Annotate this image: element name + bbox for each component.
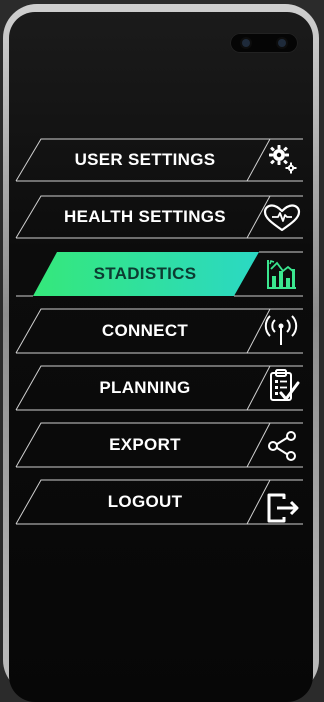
share-icon[interactable] xyxy=(266,430,298,462)
statistics-chart-icon[interactable] xyxy=(266,258,298,290)
heart-pulse-icon[interactable] xyxy=(262,203,302,233)
row5-divider xyxy=(246,365,271,411)
gears-icon[interactable] xyxy=(268,143,298,175)
menu-item-planning[interactable]: PLANNING xyxy=(40,378,250,398)
menu-item-stadistics[interactable]: STADISTICS xyxy=(40,264,250,284)
menu-item-health-settings[interactable]: HEALTH SETTINGS xyxy=(40,207,250,227)
menu-item-export[interactable]: EXPORT xyxy=(40,435,250,455)
menu-item-user-settings[interactable]: USER SETTINGS xyxy=(40,150,250,170)
logout-icon[interactable] xyxy=(266,492,302,524)
menu-item-connect[interactable]: CONNECT xyxy=(40,321,250,341)
menu-item-logout[interactable]: LOGOUT xyxy=(40,492,250,512)
antenna-signal-icon[interactable] xyxy=(264,314,298,346)
clipboard-checklist-icon[interactable] xyxy=(268,369,300,403)
